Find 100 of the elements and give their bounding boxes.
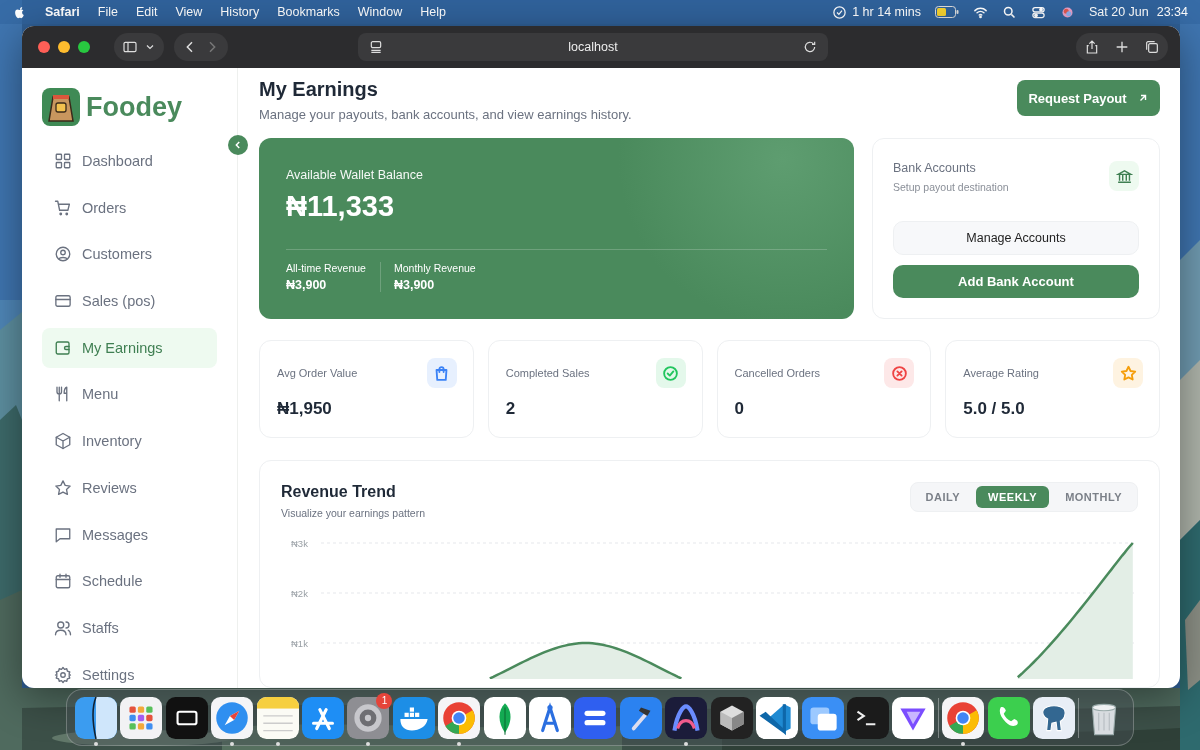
- clock-check-icon[interactable]: [832, 4, 848, 20]
- sidebar-item[interactable]: Sales (pos): [42, 281, 217, 322]
- card-subtitle: Setup payout destination: [893, 181, 1009, 193]
- top-bar-entry[interactable]: View: [175, 5, 203, 19]
- sidebar-item[interactable]: Settings: [42, 654, 217, 688]
- stat-value: 0: [734, 399, 745, 419]
- tv-icon[interactable]: [165, 696, 208, 739]
- period-tab[interactable]: WEEKLY: [976, 486, 1050, 508]
- leaf-icon[interactable]: [483, 696, 526, 739]
- compass-icon[interactable]: [211, 696, 254, 739]
- stat-value: 5.0 / 5.0: [963, 399, 1026, 419]
- top-bar-entry[interactable]: File: [97, 5, 118, 19]
- whale-icon[interactable]: [392, 696, 435, 739]
- tabs-icon[interactable]: [1144, 39, 1160, 55]
- add-bank-account-button[interactable]: Add Bank Account: [893, 265, 1139, 298]
- search-icon[interactable]: [1001, 4, 1017, 20]
- address-bar[interactable]: localhost: [358, 33, 828, 61]
- manage-accounts-button[interactable]: Manage Accounts: [893, 221, 1139, 255]
- reload-icon[interactable]: [802, 39, 818, 55]
- minimize-window-button[interactable]: [58, 41, 70, 53]
- sidebar-item[interactable]: Orders: [42, 187, 217, 228]
- arch-icon[interactable]: [665, 696, 708, 739]
- request-payout-button[interactable]: Request Payout: [1017, 80, 1160, 116]
- revenue-value: ₦3,900: [286, 278, 328, 292]
- terminal-icon[interactable]: [846, 696, 889, 739]
- split-square-icon[interactable]: [75, 696, 117, 739]
- chat-icon: [54, 525, 72, 544]
- battery-time: 1 hr 14 mins: [852, 5, 921, 19]
- stat-label: Average Rating: [963, 367, 1039, 379]
- wallet-label: Available Wallet Balance: [286, 168, 424, 182]
- card-title: Bank Accounts: [893, 161, 977, 175]
- top-bar-entry[interactable]: Window: [357, 5, 403, 19]
- top-bar-entry[interactable]: Help: [420, 5, 446, 19]
- close-window-button[interactable]: [38, 41, 50, 53]
- ribbon-icon[interactable]: [756, 696, 799, 739]
- page-subtitle: Manage your payouts, bank accounts, and view earnings history.: [259, 107, 632, 122]
- axis-label: ₦3k: [291, 537, 308, 549]
- sidebar-item[interactable]: Customers: [42, 234, 217, 275]
- app-name[interactable]: Safari: [45, 5, 80, 19]
- page-title: My Earnings: [259, 78, 379, 101]
- sidebar-item[interactable]: Inventory: [42, 421, 217, 462]
- sidebar-item[interactable]: My Earnings: [42, 327, 217, 368]
- stacked-bars-icon[interactable]: [574, 696, 617, 739]
- a-shape-icon[interactable]: [302, 696, 345, 739]
- card-subtitle: Visualize your earnings pattern: [281, 507, 425, 519]
- chevron-left-icon: [233, 140, 243, 150]
- menu-bar-date[interactable]: Sat 20 Jun: [1088, 5, 1149, 19]
- axis-label: ₦1k: [291, 637, 308, 649]
- overlapping-windows-icon[interactable]: [801, 696, 844, 739]
- sidebar-item[interactable]: Schedule: [42, 561, 217, 602]
- stat-value: ₦1,950: [277, 399, 333, 419]
- cube-icon[interactable]: [710, 696, 753, 739]
- sidebar-icon: [122, 39, 138, 55]
- stat-label: Cancelled Orders: [734, 367, 821, 379]
- stat-value: 2: [505, 399, 517, 419]
- sidebar-item[interactable]: Messages: [42, 514, 217, 555]
- user-icon: [54, 245, 72, 264]
- share-icon[interactable]: [1084, 39, 1100, 55]
- sidebar-item[interactable]: Reviews: [42, 467, 217, 508]
- plus-icon[interactable]: [1114, 39, 1130, 55]
- revenue-value: ₦3,900: [393, 278, 436, 292]
- sidebar-toggle-button[interactable]: [114, 33, 164, 61]
- paper-bag-icon: [42, 88, 80, 126]
- page-icon: [368, 39, 384, 55]
- calendar-icon: [54, 572, 72, 591]
- card-title: Revenue Trend: [281, 483, 397, 501]
- stat-label: Avg Order Value: [277, 367, 358, 379]
- users-icon: [54, 618, 72, 637]
- period-tab[interactable]: MONTHLY: [1053, 486, 1134, 508]
- notepad-icon[interactable]: [256, 696, 299, 739]
- top-bar-entry[interactable]: History: [220, 5, 260, 19]
- collapse-sidebar-button[interactable]: [228, 135, 248, 155]
- revenue-label: All-time Revenue: [286, 262, 366, 274]
- zoom-window-button[interactable]: [78, 41, 90, 53]
- wallet-icon: [54, 338, 72, 357]
- menu-bar-clock[interactable]: 23:34: [1156, 5, 1188, 19]
- cube-icon: [54, 432, 72, 451]
- brand-name: Foodey: [86, 91, 182, 123]
- phone-icon[interactable]: [987, 696, 1030, 739]
- cart-icon: [54, 198, 72, 217]
- stat-label: Completed Sales: [505, 367, 590, 379]
- period-tab[interactable]: DAILY: [913, 486, 973, 508]
- toggles-icon[interactable]: [1030, 4, 1046, 20]
- star-icon: [54, 478, 72, 497]
- elephant-icon[interactable]: [1032, 696, 1075, 739]
- bank-icon: [1115, 167, 1133, 185]
- sidebar-item[interactable]: Dashboard: [42, 141, 217, 181]
- wallet-balance: ₦11,333: [286, 190, 396, 223]
- top-bar-entry[interactable]: Bookmarks: [277, 5, 340, 19]
- sidebar-item[interactable]: Menu: [42, 374, 217, 415]
- hammer-icon[interactable]: [619, 696, 662, 739]
- revenue-label: Monthly Revenue: [393, 262, 476, 274]
- top-bar-entry[interactable]: Edit: [135, 5, 158, 19]
- battery-icon[interactable]: [934, 6, 959, 18]
- a-shape-icon[interactable]: [529, 696, 572, 739]
- sidebar-item[interactable]: Staffs: [42, 607, 217, 648]
- settings-icon: [54, 665, 72, 684]
- axis-label: ₦2k: [291, 587, 308, 599]
- dot-grid-icon[interactable]: [120, 696, 163, 739]
- grid-icon: [54, 152, 72, 170]
